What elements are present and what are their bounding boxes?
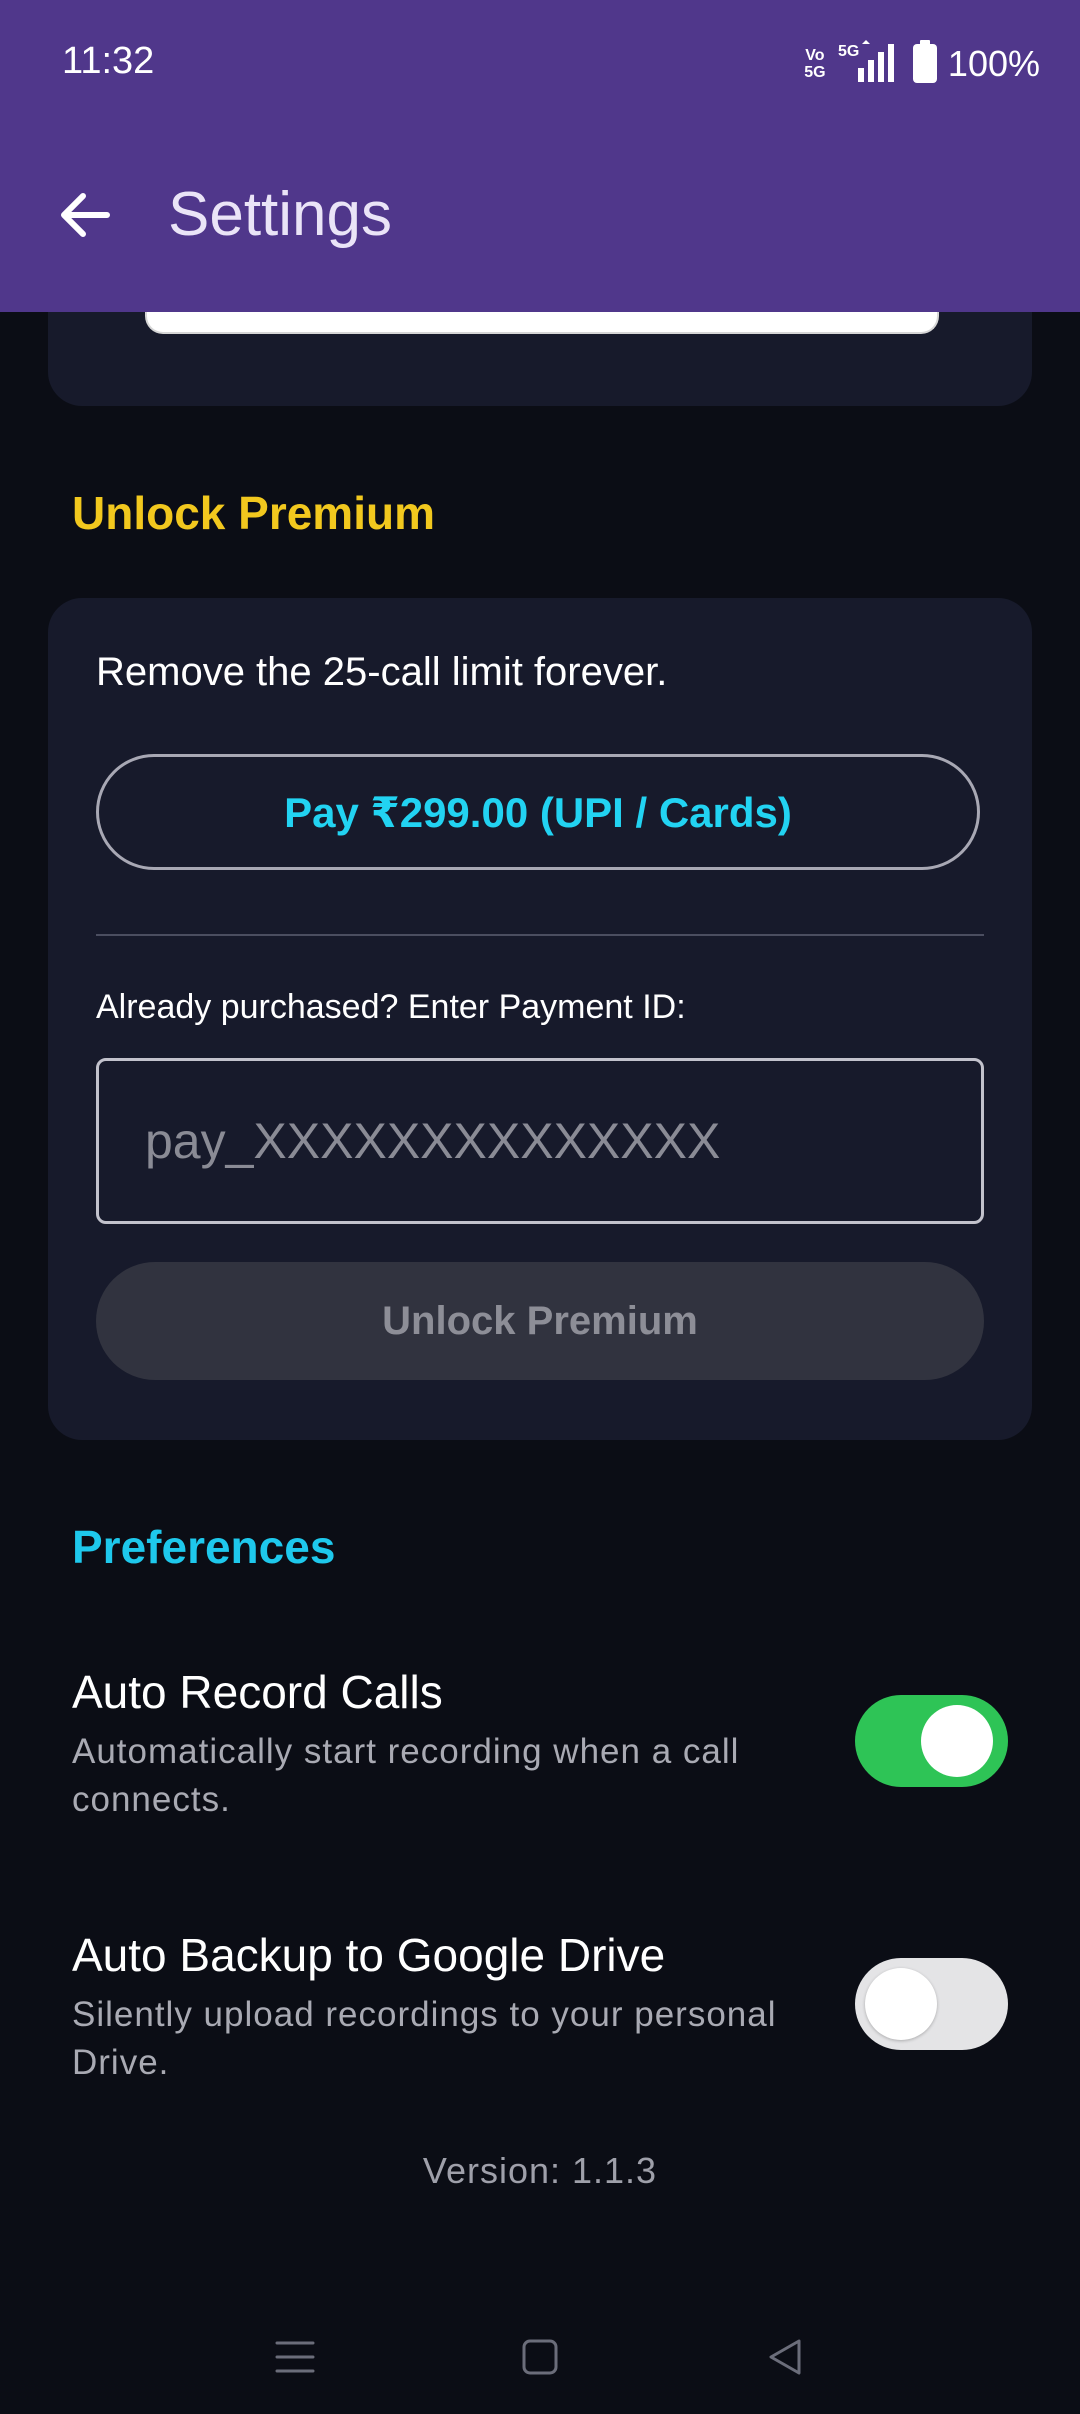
preferences-section-title: Preferences bbox=[72, 1521, 336, 1573]
toggle-knob bbox=[865, 1968, 937, 2040]
back-triangle-icon bbox=[769, 2339, 801, 2375]
pay-button[interactable]: Pay ₹299.00 (UPI / Cards) bbox=[96, 754, 980, 870]
menu-icon bbox=[275, 2341, 315, 2373]
home-square-icon bbox=[522, 2339, 558, 2375]
unlock-premium-button[interactable]: Unlock Premium bbox=[96, 1262, 984, 1380]
volte-icon: Vo 5G bbox=[804, 47, 826, 81]
arrow-left-icon bbox=[61, 193, 110, 237]
system-nav-bar bbox=[0, 2300, 1080, 2414]
auto-backup-title: Auto Backup to Google Drive bbox=[72, 1929, 666, 1981]
battery-percent: 100% bbox=[947, 43, 1040, 84]
settings-screen: 11:32 Vo 5G 5G 100% Settings Unlock Prem… bbox=[0, 0, 1080, 2414]
page-title: Settings bbox=[168, 180, 393, 249]
app-bar: 11:32 Vo 5G 5G 100% Settings bbox=[0, 0, 1080, 312]
auto-record-title: Auto Record Calls bbox=[72, 1666, 443, 1718]
battery-icon bbox=[912, 39, 938, 89]
payment-id-input[interactable] bbox=[96, 1058, 984, 1224]
payment-id-label: Already purchased? Enter Payment ID: bbox=[96, 988, 686, 1026]
svg-text:5G: 5G bbox=[838, 43, 859, 60]
app-version: Version: 1.1.3 bbox=[422, 2150, 658, 2191]
signal-icon: 5G bbox=[836, 39, 902, 89]
status-time: 11:32 bbox=[62, 40, 155, 82]
premium-section-title: Unlock Premium bbox=[72, 487, 435, 539]
divider bbox=[96, 934, 984, 936]
back-button[interactable] bbox=[50, 180, 120, 250]
back-nav-button[interactable] bbox=[750, 2322, 820, 2392]
recent-apps-button[interactable] bbox=[260, 2322, 330, 2392]
auto-backup-toggle[interactable] bbox=[855, 1958, 1008, 2050]
toggle-knob bbox=[921, 1705, 993, 1777]
status-icons: Vo 5G 5G 100% bbox=[804, 39, 1040, 89]
home-button[interactable] bbox=[505, 2322, 575, 2392]
premium-description: Remove the 25-call limit forever. bbox=[96, 650, 668, 694]
auto-backup-description: Silently upload recordings to your perso… bbox=[72, 1995, 777, 2082]
auto-record-toggle[interactable] bbox=[855, 1695, 1008, 1787]
auto-record-description: Automatically start recording when a cal… bbox=[72, 1732, 740, 1819]
